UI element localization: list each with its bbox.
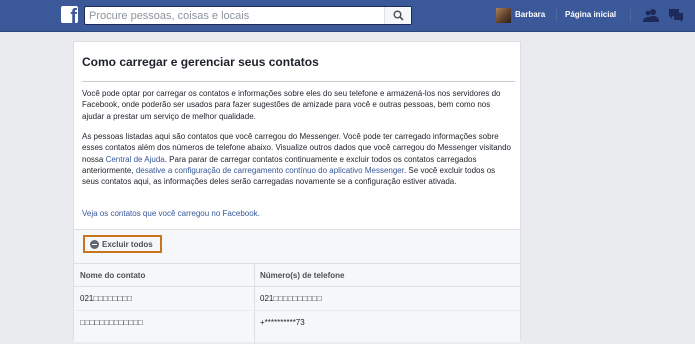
nav-divider (630, 9, 631, 22)
table-cell-contact-name: 021□□□□□□□□ (80, 294, 133, 303)
delete-all-button[interactable]: Excluir todos (83, 235, 162, 253)
column-header-name: Nome do contato (74, 264, 254, 287)
nav-divider (556, 9, 557, 22)
table-cell-phone: +**********73 (260, 318, 305, 327)
friends-icon[interactable] (643, 8, 659, 22)
table-cell-phone: 021□□□□□□□□□□ (260, 294, 322, 303)
help-center-link[interactable]: Central de Ajuda (106, 155, 165, 164)
home-link[interactable]: Página inicial (565, 10, 616, 19)
search-icon (393, 10, 404, 21)
search-input[interactable] (89, 8, 379, 23)
remove-icon (90, 240, 99, 249)
table-cell-contact-name: □□□□□□□□□□□□□ (80, 318, 143, 327)
contacts-section: Excluir todos Nome do contato Número(s) … (74, 229, 520, 344)
contacts-card: Como carregar e gerenciar seus contatos … (73, 41, 521, 344)
divider (82, 81, 515, 82)
logo-letter: f (70, 6, 77, 23)
column-header-phone: Número(s) de telefone (254, 264, 520, 287)
contacts-table: Nome do contato Número(s) de telefone 02… (74, 263, 520, 344)
profile-name-link[interactable]: Barbara (515, 10, 545, 19)
avatar[interactable] (496, 8, 511, 23)
delete-all-label: Excluir todos (102, 240, 153, 249)
facebook-contacts-paragraph: Veja os contatos que você carregou no Fa… (82, 208, 514, 219)
disable-continuous-upload-link[interactable]: desative a configuração de carregamento … (136, 166, 404, 175)
facebook-logo-icon[interactable]: f (61, 6, 78, 23)
intro-paragraph: Você pode optar por carregar os contatos… (82, 89, 501, 121)
messenger-paragraph: As pessoas listadas aqui são contatos qu… (82, 131, 514, 187)
messages-icon[interactable] (668, 8, 684, 22)
top-navigation-bar: f Barbara Página inicial (0, 0, 695, 32)
view-facebook-contacts-link[interactable]: Veja os contatos que você carregou no Fa… (82, 209, 260, 218)
search-box (84, 6, 412, 25)
page-title: Como carregar e gerenciar seus contatos (82, 55, 319, 69)
search-button[interactable] (384, 7, 411, 24)
